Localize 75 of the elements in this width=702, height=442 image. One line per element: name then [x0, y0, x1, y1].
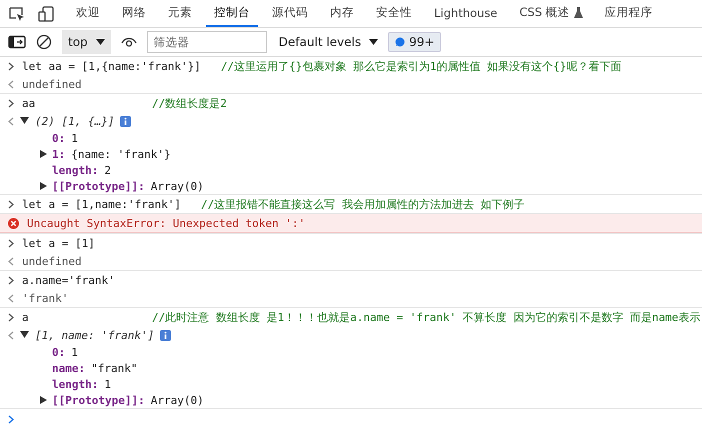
property-key: name:	[52, 362, 86, 374]
command-text: a	[22, 310, 29, 324]
expand-triangle-icon[interactable]	[20, 117, 29, 125]
command-text: a.name='frank'	[22, 274, 115, 286]
eye-icon[interactable]	[120, 36, 137, 48]
property-key: length:	[52, 164, 98, 176]
caret-icon	[369, 39, 378, 45]
property-value: Array(0)	[150, 394, 204, 406]
property-key: [[Prototype]]:	[52, 394, 145, 406]
clear-console-icon[interactable]	[36, 34, 52, 50]
flask-icon	[574, 7, 583, 18]
expand-triangle-icon[interactable]	[40, 396, 47, 404]
property-key: [[Prototype]]:	[52, 180, 145, 192]
property-value: "frank"	[91, 362, 138, 374]
input-chevron-icon	[8, 276, 14, 284]
property-value: {name: 'frank'}	[71, 148, 171, 160]
property-key: 0:	[52, 346, 66, 358]
input-chevron-icon	[8, 238, 14, 248]
info-icon	[120, 116, 132, 126]
input-chevron-icon	[8, 200, 14, 208]
command-text: let a = [1,name:'frank']	[22, 198, 181, 210]
console-result: undefined	[22, 254, 82, 268]
code-comment: //此时注意 数组长度 是1！！！也就是a.name = 'frank' 不算长度 因为它的索引不是数字 而是name表示	[152, 310, 700, 324]
input-chevron-icon	[8, 62, 14, 70]
property-key: 1:	[52, 148, 66, 160]
output-chevron-icon	[8, 330, 14, 340]
tab[interactable]: 控制台	[206, 0, 258, 27]
prompt-chevron-icon[interactable]	[8, 414, 14, 424]
property-key: 0:	[52, 132, 66, 144]
device-icon[interactable]	[38, 6, 56, 22]
tab[interactable]: 网络	[114, 0, 154, 27]
command-text: aa	[22, 96, 36, 110]
property-value: 1	[71, 346, 78, 358]
levels-dropdown[interactable]: Default levels	[278, 35, 378, 49]
inspect-icon[interactable]	[8, 6, 26, 22]
command-text: let a = [1]	[22, 236, 95, 250]
output-chevron-icon	[8, 256, 14, 266]
property-value: 1	[71, 132, 78, 144]
tab[interactable]: 元素	[160, 0, 200, 27]
message-count-badge[interactable]: 99+	[388, 32, 442, 52]
expand-triangle-icon[interactable]	[40, 150, 47, 158]
filter-field[interactable]: 筛选器	[146, 31, 267, 53]
output-chevron-icon	[8, 116, 14, 126]
property-value: 2	[104, 164, 111, 176]
code-comment: //这里运用了{}包裹对象 那么它是索引为1的属性值 如果没有这个{}呢？看下面	[220, 58, 622, 74]
context-dropdown[interactable]: top	[62, 30, 111, 54]
property-value: Array(0)	[150, 180, 204, 192]
tab[interactable]: 内存	[322, 0, 362, 27]
tab[interactable]: 安全性	[368, 0, 420, 27]
caret-icon	[96, 39, 105, 45]
object-summary[interactable]: (2) [1, {…}]	[35, 114, 114, 128]
code-comment: //这里报错不能直接这么写 我会用加属性的方法加进去 如下例子	[200, 196, 524, 212]
output-chevron-icon	[8, 294, 14, 302]
tab[interactable]: 欢迎	[68, 0, 108, 27]
tab[interactable]: 源代码	[264, 0, 316, 27]
error-text: Uncaught SyntaxError: Unexpected token ':'	[27, 216, 306, 230]
command-text: let aa = [1,{name:'frank'}]	[22, 60, 201, 72]
property-value: 1	[104, 378, 111, 390]
code-comment: //数组长度是2	[152, 96, 227, 110]
sidebar-toggle-icon[interactable]	[8, 35, 26, 49]
object-summary[interactable]: [1, name: 'frank']	[35, 328, 154, 342]
expand-triangle-icon[interactable]	[40, 182, 47, 190]
console-result: 'frank'	[22, 292, 68, 304]
input-chevron-icon	[8, 312, 14, 322]
input-chevron-icon	[8, 98, 14, 108]
property-key: length:	[52, 378, 98, 390]
output-chevron-icon	[8, 80, 14, 88]
tab[interactable]: 应用程序	[596, 0, 661, 27]
tab[interactable]: CSS 概述	[511, 0, 591, 27]
message-icon	[395, 37, 406, 47]
console-result: undefined	[22, 78, 82, 90]
expand-triangle-icon[interactable]	[20, 331, 29, 339]
error-icon	[8, 218, 19, 228]
info-icon	[160, 330, 172, 340]
tab[interactable]: Lighthouse	[426, 0, 506, 27]
